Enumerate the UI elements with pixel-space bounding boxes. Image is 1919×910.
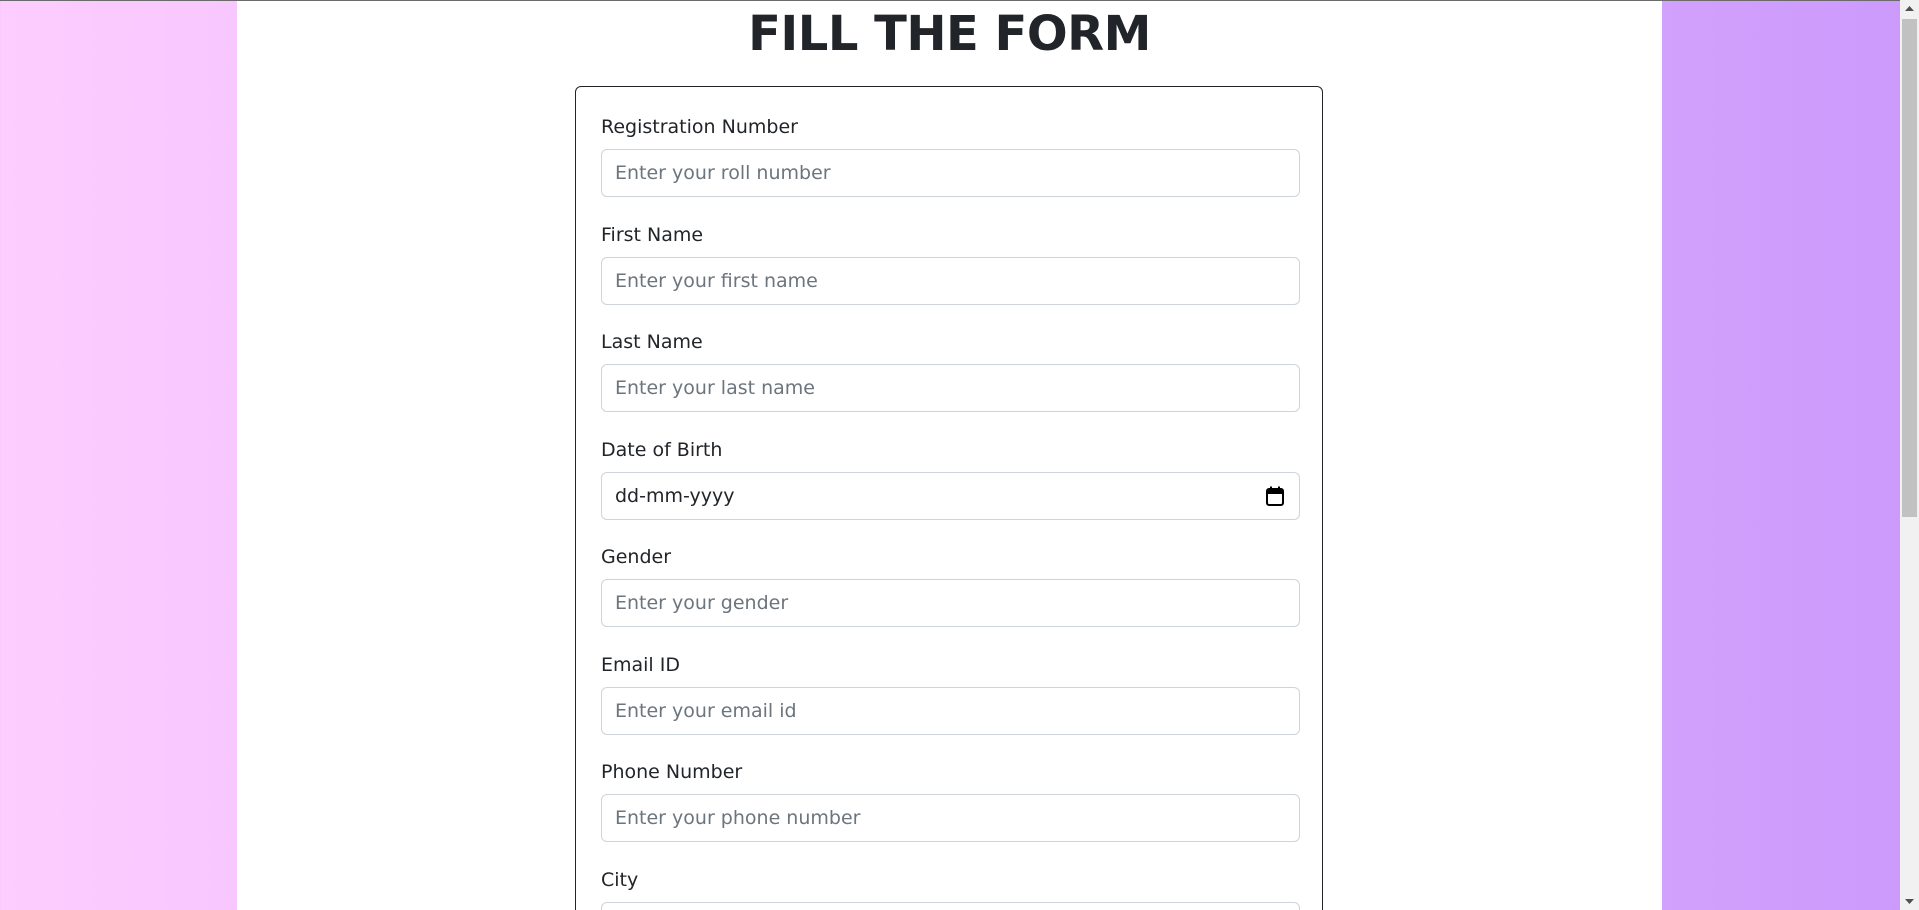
last-name-input[interactable]: [601, 364, 1300, 412]
phone-number-input[interactable]: [601, 794, 1300, 842]
gender-field: Gender: [601, 545, 1300, 627]
first-name-label: First Name: [601, 224, 704, 246]
city-field: City: [601, 868, 1300, 910]
page-content: FILL THE FORM Registration Number First …: [237, 1, 1662, 910]
page-title: FILL THE FORM: [748, 6, 1151, 62]
city-input[interactable]: [601, 902, 1300, 910]
scrollbar-thumb[interactable]: [1902, 19, 1917, 517]
email-id-input[interactable]: [601, 687, 1300, 735]
vertical-scrollbar[interactable]: [1900, 0, 1919, 910]
email-id-label: Email ID: [601, 654, 680, 676]
first-name-field: First Name: [601, 223, 1300, 305]
date-of-birth-input[interactable]: dd-mm-yyyy: [601, 472, 1300, 520]
first-name-input[interactable]: [601, 257, 1300, 305]
registration-form: Registration Number First Name Last Name…: [575, 86, 1323, 910]
last-name-field: Last Name: [601, 330, 1300, 412]
date-of-birth-label: Date of Birth: [601, 439, 723, 461]
chevron-down-icon[interactable]: [1900, 893, 1919, 910]
calendar-icon[interactable]: [1266, 486, 1284, 506]
date-of-birth-field: Date of Birth dd-mm-yyyy: [601, 438, 1300, 520]
registration-number-field: Registration Number: [601, 115, 1300, 197]
gender-label: Gender: [601, 546, 672, 568]
phone-number-field: Phone Number: [601, 760, 1300, 842]
registration-number-label: Registration Number: [601, 116, 798, 138]
last-name-label: Last Name: [601, 331, 703, 353]
email-id-field: Email ID: [601, 653, 1300, 735]
chevron-up-icon[interactable]: [1900, 0, 1919, 17]
registration-number-input[interactable]: [601, 149, 1300, 197]
phone-number-label: Phone Number: [601, 761, 743, 783]
date-of-birth-value: dd-mm-yyyy: [615, 485, 735, 507]
gender-input[interactable]: [601, 579, 1300, 627]
city-label: City: [601, 869, 639, 891]
